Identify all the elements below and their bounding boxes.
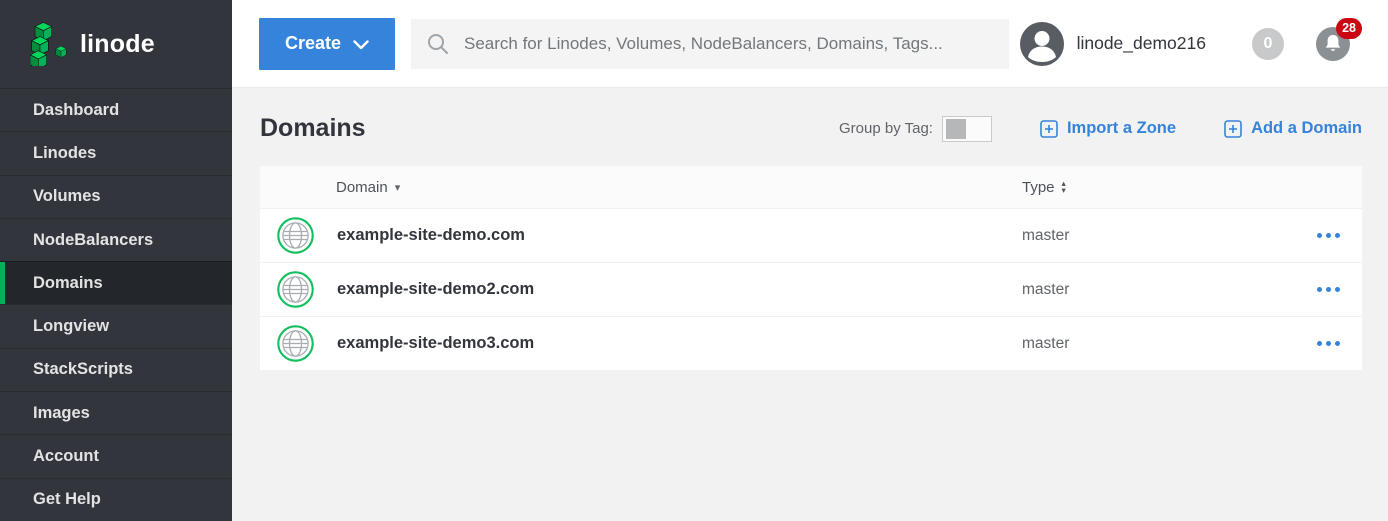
group-by-tag-label: Group by Tag: bbox=[839, 120, 933, 137]
user-avatar[interactable] bbox=[1020, 22, 1064, 66]
account-cluster: linode_demo216 0 28 bbox=[1020, 22, 1362, 66]
column-header-type[interactable]: Type ▴▾ bbox=[1022, 179, 1282, 196]
sidebar-item-label: Domains bbox=[33, 274, 103, 293]
page-actions: Group by Tag: Import a Zone Add a Domain bbox=[839, 116, 1362, 142]
app-window: linode Dashboard Linodes Volumes NodeBal… bbox=[0, 0, 1388, 521]
globe-icon bbox=[277, 271, 314, 308]
table-header: Domain ▾ Type ▴▾ bbox=[260, 166, 1362, 208]
pending-count-badge[interactable]: 0 bbox=[1252, 28, 1284, 60]
linode-logo[interactable]: linode bbox=[0, 0, 232, 88]
page-title: Domains bbox=[260, 114, 366, 143]
search-icon bbox=[426, 32, 450, 56]
domain-link[interactable]: example-site-demo2.com bbox=[337, 280, 534, 299]
row-actions-button[interactable] bbox=[1311, 281, 1346, 298]
table-row: example-site-demo3.com master bbox=[260, 316, 1362, 370]
column-label: Domain bbox=[336, 179, 388, 196]
sidebar-item-stackscripts[interactable]: StackScripts bbox=[0, 348, 232, 391]
linode-logo-icon bbox=[30, 22, 70, 66]
table-row: example-site-demo.com master bbox=[260, 208, 1362, 262]
globe-icon bbox=[277, 325, 314, 362]
page-header: Domains Group by Tag: Import a Zone Add … bbox=[260, 101, 1362, 156]
table-row: example-site-demo2.com master bbox=[260, 262, 1362, 316]
row-actions-button[interactable] bbox=[1311, 227, 1346, 244]
domains-table: Domain ▾ Type ▴▾ example-site-demo.com m… bbox=[260, 166, 1362, 370]
global-search[interactable] bbox=[411, 19, 1009, 69]
notification-count: 28 bbox=[1342, 21, 1356, 35]
sidebar-nav: Dashboard Linodes Volumes NodeBalancers … bbox=[0, 88, 232, 521]
add-domain-label: Add a Domain bbox=[1251, 119, 1362, 138]
sidebar: linode Dashboard Linodes Volumes NodeBal… bbox=[0, 0, 232, 521]
column-header-domain[interactable]: Domain ▾ bbox=[260, 179, 1022, 196]
domain-link[interactable]: example-site-demo.com bbox=[337, 226, 525, 245]
main-area: Create linode_demo216 0 28 bbox=[232, 0, 1388, 521]
import-zone-label: Import a Zone bbox=[1067, 119, 1176, 138]
sidebar-item-label: Get Help bbox=[33, 490, 101, 509]
column-label: Type bbox=[1022, 179, 1055, 196]
plus-square-icon bbox=[1224, 120, 1242, 138]
sidebar-item-label: Volumes bbox=[33, 187, 101, 206]
sidebar-item-label: Images bbox=[33, 404, 90, 423]
toggle-knob bbox=[946, 119, 966, 139]
brand-name: linode bbox=[80, 30, 155, 59]
sidebar-item-label: Linodes bbox=[33, 144, 96, 163]
user-icon bbox=[1020, 22, 1064, 66]
domain-type: master bbox=[1022, 335, 1282, 353]
search-input[interactable] bbox=[464, 34, 994, 54]
sidebar-item-label: NodeBalancers bbox=[33, 231, 153, 250]
add-domain-link[interactable]: Add a Domain bbox=[1224, 119, 1362, 138]
sidebar-item-volumes[interactable]: Volumes bbox=[0, 175, 232, 218]
sidebar-item-get-help[interactable]: Get Help bbox=[0, 478, 232, 521]
domain-type: master bbox=[1022, 281, 1282, 299]
globe-icon bbox=[277, 217, 314, 254]
notifications: 28 bbox=[1316, 27, 1350, 61]
sidebar-item-label: Dashboard bbox=[33, 101, 119, 120]
notification-count-badge: 28 bbox=[1336, 18, 1362, 39]
username[interactable]: linode_demo216 bbox=[1077, 33, 1206, 54]
sidebar-item-label: Longview bbox=[33, 317, 109, 336]
group-by-tag-toggle[interactable] bbox=[942, 116, 992, 142]
create-button[interactable]: Create bbox=[259, 18, 395, 70]
row-actions-button[interactable] bbox=[1311, 335, 1346, 352]
sidebar-item-label: StackScripts bbox=[33, 360, 133, 379]
domains-page: Domains Group by Tag: Import a Zone Add … bbox=[232, 88, 1388, 521]
create-button-label: Create bbox=[285, 33, 341, 54]
chevron-down-icon bbox=[353, 40, 369, 50]
sidebar-item-label: Account bbox=[33, 447, 99, 466]
pending-count: 0 bbox=[1264, 35, 1273, 53]
sidebar-item-nodebalancers[interactable]: NodeBalancers bbox=[0, 218, 232, 261]
domain-type: master bbox=[1022, 227, 1282, 245]
sidebar-item-domains[interactable]: Domains bbox=[0, 261, 232, 304]
domain-link[interactable]: example-site-demo3.com bbox=[337, 334, 534, 353]
sidebar-item-longview[interactable]: Longview bbox=[0, 304, 232, 347]
sidebar-item-linodes[interactable]: Linodes bbox=[0, 131, 232, 174]
topbar: Create linode_demo216 0 28 bbox=[232, 0, 1388, 88]
plus-square-icon bbox=[1040, 120, 1058, 138]
sidebar-item-dashboard[interactable]: Dashboard bbox=[0, 88, 232, 131]
sidebar-item-account[interactable]: Account bbox=[0, 434, 232, 477]
import-zone-link[interactable]: Import a Zone bbox=[1040, 119, 1176, 138]
sort-both-icon: ▴▾ bbox=[1062, 180, 1066, 194]
sort-desc-icon: ▾ bbox=[395, 181, 401, 194]
sidebar-item-images[interactable]: Images bbox=[0, 391, 232, 434]
